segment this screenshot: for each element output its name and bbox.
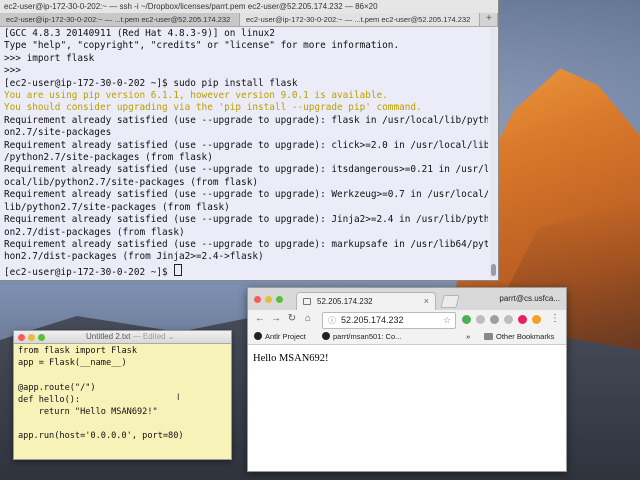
terminal-line: You are using pip version 6.1.1, however… xyxy=(4,90,388,102)
text-editor-window[interactable]: Untitled 2.txt — Edited ⌄ from flask imp… xyxy=(13,330,232,460)
terminal-line: Requirement already satisfied (use --upg… xyxy=(4,164,488,176)
browser-tab[interactable]: 52.205.174.232 × xyxy=(296,292,436,310)
minimize-window-button[interactable] xyxy=(265,296,272,303)
chevron-down-icon[interactable]: ⌄ xyxy=(168,332,175,341)
terminal-line: on2.7/dist-packages (from flask) xyxy=(4,226,185,238)
reload-icon[interactable]: ↻ xyxy=(286,313,298,325)
close-window-button[interactable] xyxy=(254,296,261,303)
terminal-line: Requirement already satisfied (use --upg… xyxy=(4,114,488,126)
github-icon xyxy=(254,332,262,340)
browser-toolbar: ← → ↻ ⌂ ⓘ 52.205.174.232 ☆ ⋮ xyxy=(248,310,566,331)
zoom-window-button[interactable] xyxy=(276,296,283,303)
extension-icon[interactable] xyxy=(532,315,541,324)
terminal-line: Requirement already satisfied (use --upg… xyxy=(4,214,488,226)
editor-titlebar: Untitled 2.txt — Edited ⌄ xyxy=(14,331,231,344)
terminal-line: /python2.7/site-packages (from flask) xyxy=(4,152,213,164)
code-line: app.run(host='0.0.0.0', port=80) xyxy=(18,431,184,442)
editor-title: Untitled 2.txt — Edited ⌄ xyxy=(86,331,175,343)
zoom-window-button[interactable] xyxy=(38,334,45,341)
terminal-line: Requirement already satisfied (use --upg… xyxy=(4,189,488,201)
terminal-line: You should consider upgrading via the 'p… xyxy=(4,102,422,114)
extension-icon[interactable] xyxy=(476,315,485,324)
terminal-tab-1[interactable]: ec2-user@ip-172-30-0-202:~ — ...t.pem ec… xyxy=(0,13,240,26)
terminal-line: Requirement already satisfied (use --upg… xyxy=(4,238,488,250)
code-line: @app.route("/") xyxy=(18,382,96,393)
browser-tab-bar: 52.205.174.232 × parrt@cs.usfca... xyxy=(248,288,566,310)
bookmarks-bar: Antlr Project parrt/msan501: Co... » Oth… xyxy=(248,330,566,345)
code-line: return "Hello MSAN692!" xyxy=(18,407,158,418)
bookmarks-overflow-button[interactable]: » xyxy=(466,330,470,344)
text-cursor-icon: I xyxy=(177,392,180,402)
new-tab-button[interactable]: + xyxy=(480,13,498,26)
terminal-window[interactable]: ec2-user@ip-172-30-0-202:~ — ssh -i ~/Dr… xyxy=(0,0,499,281)
address-bar[interactable]: ⓘ 52.205.174.232 ☆ xyxy=(322,312,456,329)
editor-edited-status: — Edited xyxy=(130,332,166,341)
bookmark-star-icon[interactable]: ☆ xyxy=(443,313,451,328)
terminal-line: [GCC 4.8.3 20140911 (Red Hat 4.8.3-9)] o… xyxy=(4,28,275,39)
terminal-line: [ec2-user@ip-172-30-0-202 ~]$ sudo pip i… xyxy=(4,77,298,89)
terminal-line: Requirement already satisfied (use --upg… xyxy=(4,139,488,151)
bookmark-item[interactable]: parrt/msan501: Co... xyxy=(322,330,401,344)
url-text[interactable]: 52.205.174.232 xyxy=(341,313,404,328)
browser-tab-title: 52.205.174.232 xyxy=(317,297,373,306)
forward-icon[interactable]: → xyxy=(270,313,282,325)
terminal-title: ec2-user@ip-172-30-0-202:~ — ssh -i ~/Dr… xyxy=(0,0,498,13)
terminal-scroll-thumb[interactable] xyxy=(491,264,496,276)
terminal-cursor xyxy=(174,263,183,276)
home-icon[interactable]: ⌂ xyxy=(302,313,314,325)
code-line: from flask import Flask xyxy=(18,346,137,356)
terminal-line: >>> xyxy=(4,65,21,77)
folder-icon xyxy=(484,333,493,340)
other-bookmarks-label: Other Bookmarks xyxy=(496,332,555,341)
close-window-button[interactable] xyxy=(18,334,25,341)
browser-window[interactable]: 52.205.174.232 × parrt@cs.usfca... ← → ↻… xyxy=(247,287,567,472)
github-icon xyxy=(322,332,330,340)
code-line: app = Flask(__name__) xyxy=(18,358,127,369)
info-icon[interactable]: ⓘ xyxy=(328,313,336,328)
code-line: def hello(): xyxy=(18,394,81,405)
terminal-line: on2.7/site-packages xyxy=(4,127,112,139)
terminal-line: hon2.7/dist-packages (from Jinja2>=2.4->… xyxy=(4,251,264,263)
terminal-scrollbar[interactable] xyxy=(490,28,497,278)
terminal-tab-bar: ec2-user@ip-172-30-0-202:~ — ...t.pem ec… xyxy=(0,13,498,27)
bookmark-label: Antlr Project xyxy=(265,332,306,341)
extension-icon[interactable] xyxy=(490,315,499,324)
extension-icon[interactable] xyxy=(504,315,513,324)
close-tab-icon[interactable]: × xyxy=(424,293,429,310)
other-bookmarks[interactable]: Other Bookmarks xyxy=(484,330,554,344)
page-content[interactable]: Hello MSAN692! xyxy=(248,345,566,471)
extension-icon[interactable] xyxy=(518,315,527,324)
editor-filename: Untitled 2.txt xyxy=(86,332,131,341)
terminal-output[interactable]: [GCC 4.8.3 20140911 (Red Hat 4.8.3-9)] o… xyxy=(4,28,488,278)
editor-text-area[interactable]: from flask import Flask app = Flask(__nam… xyxy=(18,345,220,457)
terminal-line: lib/python2.7/site-packages (from flask) xyxy=(4,201,230,213)
bookmark-label: parrt/msan501: Co... xyxy=(333,332,402,341)
bookmark-item[interactable]: Antlr Project xyxy=(254,330,306,344)
page-icon xyxy=(303,298,311,305)
page-text: Hello MSAN692! xyxy=(253,353,329,364)
terminal-tab-2[interactable]: ec2-user@ip-172-30-0-202:~ — ...t.pem ec… xyxy=(240,13,480,26)
terminal-line: >>> import flask xyxy=(4,52,95,64)
new-tab-button[interactable] xyxy=(440,295,460,308)
terminal-line: ocal/lib/python2.7/site-packages (from f… xyxy=(4,176,258,188)
menu-icon[interactable]: ⋮ xyxy=(550,313,560,325)
profile-name[interactable]: parrt@cs.usfca... xyxy=(499,288,560,310)
back-icon[interactable]: ← xyxy=(254,313,266,325)
minimize-window-button[interactable] xyxy=(28,334,35,341)
terminal-prompt-line: [ec2-user@ip-172-30-0-202 ~]$ xyxy=(4,263,488,278)
terminal-line: Type "help", "copyright", "credits" or "… xyxy=(4,40,400,52)
extension-icon[interactable] xyxy=(462,315,471,324)
